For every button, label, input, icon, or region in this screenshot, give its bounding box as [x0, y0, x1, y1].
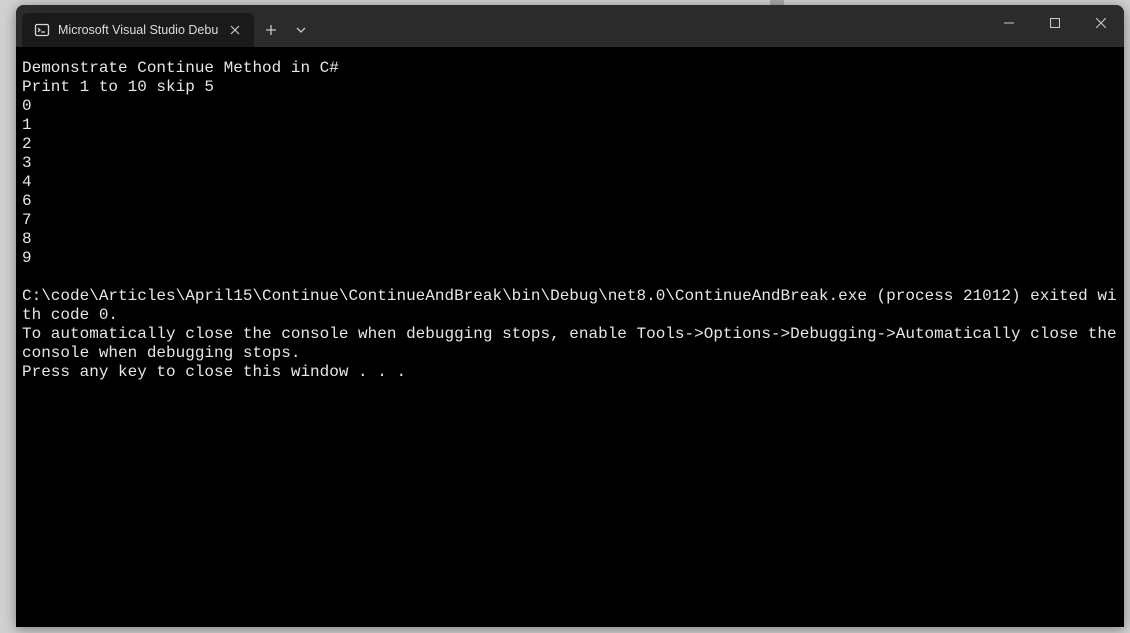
titlebar-drag-region[interactable]	[314, 5, 986, 47]
tab-title: Microsoft Visual Studio Debug	[58, 23, 218, 37]
minimize-button[interactable]	[986, 5, 1032, 41]
tab-active[interactable]: Microsoft Visual Studio Debug	[22, 13, 254, 47]
tab-dropdown-button[interactable]	[288, 13, 314, 47]
tab-close-button[interactable]	[226, 21, 244, 39]
window-controls	[986, 5, 1124, 47]
window-close-button[interactable]	[1078, 5, 1124, 41]
titlebar[interactable]: Microsoft Visual Studio Debug	[16, 5, 1124, 47]
terminal-icon	[34, 22, 50, 38]
console-output[interactable]: Demonstrate Continue Method in C# Print …	[16, 47, 1124, 627]
tab-actions	[254, 13, 314, 47]
new-tab-button[interactable]	[254, 13, 288, 47]
maximize-button[interactable]	[1032, 5, 1078, 41]
terminal-window: Microsoft Visual Studio Debug	[16, 5, 1124, 627]
